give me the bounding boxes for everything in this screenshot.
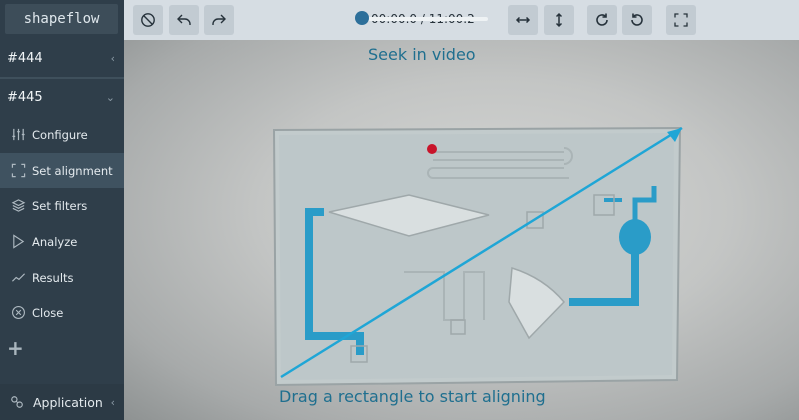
rotate-ccw-icon xyxy=(631,13,643,26)
sliders-icon xyxy=(9,127,27,143)
sidebar-group-label: #445 xyxy=(7,90,43,105)
cancel-icon xyxy=(141,13,155,27)
play-icon xyxy=(9,234,27,250)
chevron-left-icon: ‹ xyxy=(110,52,115,65)
toolbar: 00:00.0 / 11:00.2 xyxy=(124,0,799,40)
sidebar-item-label: Set alignment xyxy=(32,163,113,178)
redo-icon xyxy=(212,14,226,25)
app-logo[interactable]: shapeflow xyxy=(5,4,118,34)
sidebar-item-label: Results xyxy=(32,270,74,285)
rotate-cw-button[interactable] xyxy=(587,5,617,35)
sidebar-item-analyze[interactable]: Analyze xyxy=(0,224,124,259)
crop-icon xyxy=(9,163,27,179)
layers-icon xyxy=(9,198,27,214)
sidebar-item-label: Close xyxy=(32,305,64,320)
fullscreen-button[interactable] xyxy=(666,5,696,35)
sidebar-group-444[interactable]: #444 ‹ xyxy=(0,40,124,77)
sidebar-item-application[interactable]: Application ‹ xyxy=(0,384,124,420)
sidebar-item-configure[interactable]: Configure xyxy=(0,117,124,152)
flip-vertical-button[interactable] xyxy=(544,5,574,35)
flip-horizontal-icon xyxy=(515,16,531,24)
add-button[interactable]: + xyxy=(7,338,24,358)
align-hint: Drag a rectangle to start aligning xyxy=(279,387,546,406)
seek-hint: Seek in video xyxy=(368,45,476,64)
cancel-button[interactable] xyxy=(133,5,163,35)
rotate-ccw-button[interactable] xyxy=(622,5,652,35)
link-icon xyxy=(10,395,28,409)
undo-button[interactable] xyxy=(169,5,199,35)
sidebar-item-close[interactable]: Close xyxy=(0,295,124,330)
fullscreen-icon xyxy=(674,13,688,27)
sidebar-item-label: Set filters xyxy=(32,198,88,213)
redo-button[interactable] xyxy=(204,5,234,35)
seek-handle[interactable] xyxy=(355,11,369,25)
sidebar: shapeflow #444 ‹ #445 ⌄ Configure Set al… xyxy=(0,0,124,420)
sidebar-item-label: Application xyxy=(33,394,103,410)
sidebar-item-results[interactable]: Results xyxy=(0,260,124,295)
sidebar-item-label: Analyze xyxy=(32,234,78,249)
seek-bar[interactable] xyxy=(362,17,488,21)
undo-icon xyxy=(177,14,191,25)
sidebar-group-445[interactable]: #445 ⌄ xyxy=(0,79,124,116)
sidebar-item-set-filters[interactable]: Set filters xyxy=(0,188,124,223)
video-canvas[interactable]: Seek in video Drag a rectangle to start … xyxy=(124,40,799,420)
flip-horizontal-button[interactable] xyxy=(508,5,538,35)
close-circle-icon xyxy=(9,305,27,321)
chevron-down-icon: ⌄ xyxy=(105,91,115,104)
video-frame xyxy=(272,126,683,387)
rotate-cw-icon xyxy=(596,13,608,26)
chart-line-icon xyxy=(9,270,27,286)
flip-vertical-icon xyxy=(555,12,563,28)
chevron-left-icon: ‹ xyxy=(110,395,115,409)
sidebar-group-label: #444 xyxy=(7,51,43,66)
sidebar-item-label: Configure xyxy=(32,127,88,142)
sidebar-item-set-alignment[interactable]: Set alignment xyxy=(0,153,124,188)
